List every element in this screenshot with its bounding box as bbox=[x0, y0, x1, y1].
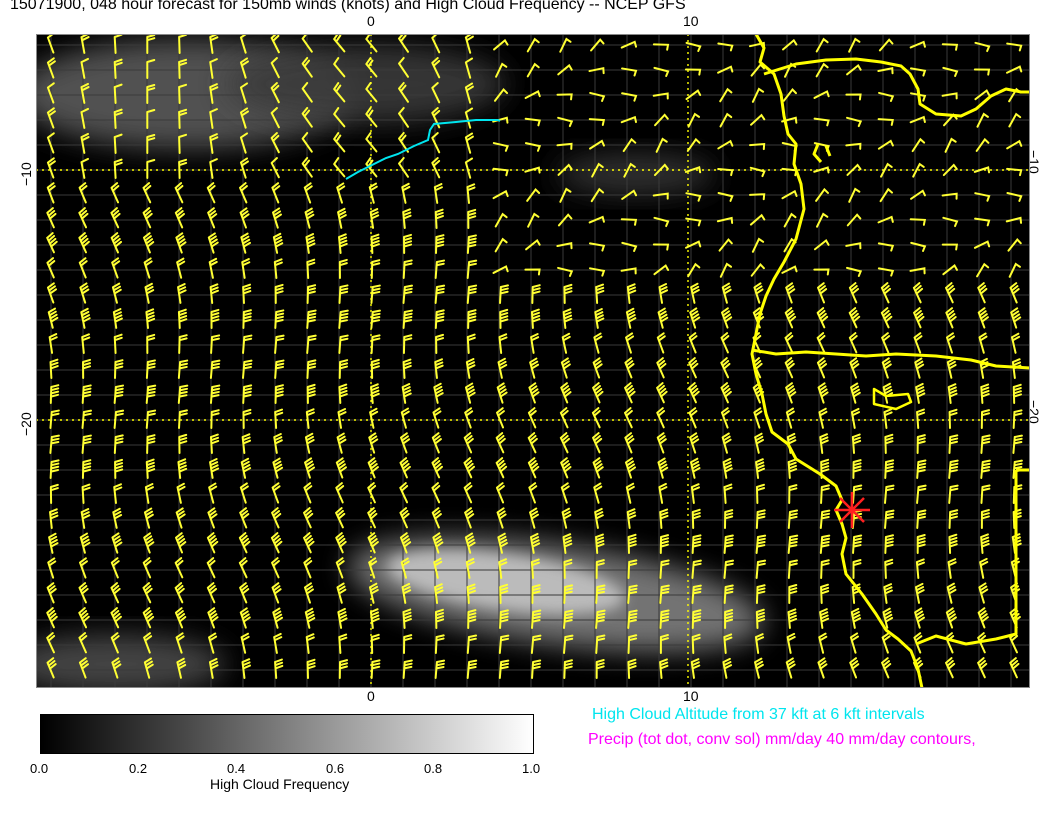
colorbar-tick-3: 0.6 bbox=[326, 761, 345, 776]
precip-legend: Precip (tot dot, conv sol) mm/day 40 mm/… bbox=[588, 731, 976, 748]
wind-cloud-map bbox=[36, 34, 1030, 688]
left-tick-minus20: −20 bbox=[18, 412, 34, 436]
colorbar-tick-0: 0.0 bbox=[30, 761, 49, 776]
colorbar-label: High Cloud Frequency bbox=[210, 776, 350, 792]
colorbar-tick-2: 0.4 bbox=[227, 761, 246, 776]
cloud-frequency-colorbar bbox=[40, 714, 534, 754]
colorbar-tick-5: 1.0 bbox=[522, 761, 541, 776]
left-tick-minus10: −10 bbox=[18, 162, 34, 186]
cloud-altitude-legend: High Cloud Altitude from 37 kft at 6 kft… bbox=[592, 706, 925, 723]
colorbar-tick-4: 0.8 bbox=[424, 761, 443, 776]
bottom-tick-0: 0 bbox=[367, 688, 375, 704]
colorbar-tick-1: 0.2 bbox=[129, 761, 148, 776]
map-title: 15071900, 048 hour forecast for 150mb wi… bbox=[10, 0, 686, 13]
top-tick-10: 10 bbox=[683, 13, 699, 29]
bottom-tick-10: 10 bbox=[683, 688, 699, 704]
top-tick-0: 0 bbox=[367, 13, 375, 29]
